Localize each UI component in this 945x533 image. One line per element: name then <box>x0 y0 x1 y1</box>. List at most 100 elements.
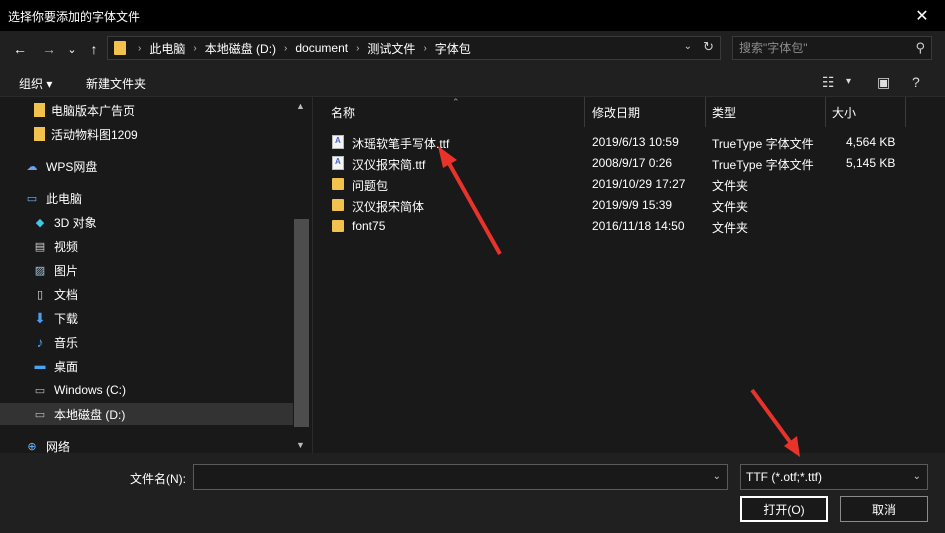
filetype-select[interactable]: TTF (*.otf;*.ttf) ⌄ <box>740 464 928 490</box>
sidebar-item-label: 桌面 <box>54 359 79 374</box>
breadcrumb-item-font-pack[interactable]: 字体包 <box>431 40 475 57</box>
sidebar-item-event-materials[interactable]: 活动物料图1209 <box>0 123 293 145</box>
file-row[interactable]: 沐瑶软笔手写体.ttf 2019/6/13 10:59 TrueType 字体文… <box>328 132 908 153</box>
file-row[interactable]: 汉仪报宋简.ttf 2008/9/17 0:26 TrueType 字体文件 5… <box>328 153 908 174</box>
breadcrumb-item-this-pc[interactable]: 此电脑 <box>145 40 189 57</box>
chevron-right-icon[interactable]: › <box>419 43 430 54</box>
document-icon: ▯ <box>36 288 44 301</box>
sidebar-item-label: 电脑版本广告页 <box>51 103 136 118</box>
recent-locations-button[interactable]: ⌄ <box>64 39 80 59</box>
up-button[interactable]: ↑ <box>84 39 104 59</box>
sidebar-item-label: 3D 对象 <box>54 215 97 230</box>
sidebar-item-wps-drive[interactable]: ☁ WPS网盘 <box>0 155 293 177</box>
column-header-modified[interactable]: 修改日期 <box>586 97 706 127</box>
breadcrumb-item-drive-d[interactable]: 本地磁盘 (D:) <box>201 40 280 57</box>
folder-icon <box>114 41 126 55</box>
breadcrumb-item-document[interactable]: document <box>291 41 352 55</box>
sidebar-item-label: 下载 <box>54 311 79 326</box>
file-name: 问题包 <box>352 179 389 193</box>
sidebar-scrollbar-thumb[interactable] <box>294 219 309 427</box>
picture-icon: ▨ <box>34 264 46 277</box>
file-dialog-footer: 文件名(N): ⌄ TTF (*.otf;*.ttf) ⌄ 打开(O) 取消 <box>0 453 945 533</box>
file-type: 文件夹 <box>712 200 749 214</box>
sidebar-item-pictures[interactable]: ▨ 图片 <box>0 259 293 281</box>
refresh-icon[interactable]: ↻ <box>703 39 714 55</box>
sort-indicator-icon: ⌃ <box>452 97 460 107</box>
preview-pane-icon[interactable]: ▣ <box>877 74 890 91</box>
forward-arrow-icon: → <box>42 41 56 57</box>
cube-icon: ◆ <box>35 216 45 229</box>
column-header-size[interactable]: 大小 <box>826 97 906 127</box>
column-header-label: 大小 <box>832 105 857 120</box>
close-button[interactable]: ✕ <box>899 0 945 31</box>
new-folder-button[interactable]: 新建文件夹 <box>86 75 146 92</box>
folder-icon <box>332 199 344 211</box>
filename-input[interactable] <box>198 469 698 485</box>
chevron-right-icon[interactable]: › <box>352 43 363 54</box>
sidebar-item-this-pc[interactable]: ▭ 此电脑 <box>0 187 293 209</box>
search-icon[interactable]: ⚲ <box>915 40 925 56</box>
scroll-down-icon[interactable]: ▼ <box>296 440 305 450</box>
breadcrumb: › 此电脑 › 本地磁盘 (D:) › document › 测试文件 › 字体… <box>108 37 475 59</box>
sidebar-item-desktop[interactable]: ▬ 桌面 <box>0 355 293 377</box>
file-list: 名称 ⌃ 修改日期 类型 大小 沐瑶软笔手写体.ttf 2019/6/13 10… <box>318 97 945 453</box>
folder-icon <box>34 127 45 141</box>
sidebar-item-drive-d[interactable]: ▭ 本地磁盘 (D:) <box>0 403 293 425</box>
folder-icon <box>34 103 45 117</box>
download-icon: ⬇ <box>34 309 46 326</box>
close-icon: ✕ <box>915 7 929 25</box>
network-icon: ⊕ <box>27 440 37 453</box>
sidebar-item-label: 本地磁盘 (D:) <box>54 407 126 422</box>
address-bar[interactable]: › 此电脑 › 本地磁盘 (D:) › document › 测试文件 › 字体… <box>107 36 721 60</box>
folder-icon <box>332 178 344 190</box>
sidebar-item-3d-objects[interactable]: ◆ 3D 对象 <box>0 211 293 233</box>
help-icon[interactable]: ? <box>912 74 920 90</box>
column-header-label: 类型 <box>712 105 737 120</box>
forward-button[interactable]: → <box>39 39 59 59</box>
column-header-label: 修改日期 <box>592 105 641 120</box>
file-row[interactable]: 汉仪报宋简体 2019/9/9 15:39 文件夹 <box>328 195 908 216</box>
chevron-down-icon[interactable]: ⌄ <box>913 471 921 482</box>
file-row[interactable]: font75 2016/11/18 14:50 文件夹 <box>328 216 908 237</box>
file-modified: 2019/10/29 17:27 <box>592 177 686 191</box>
file-type: TrueType 字体文件 <box>712 158 814 172</box>
sidebar-item-music[interactable]: ♪ 音乐 <box>0 331 293 353</box>
sidebar-item-label: 文档 <box>54 287 79 302</box>
cancel-button[interactable]: 取消 <box>840 496 928 522</box>
view-options-icon[interactable]: ☷ <box>822 74 835 91</box>
open-button[interactable]: 打开(O) <box>740 496 828 522</box>
window-title: 选择你要添加的字体文件 <box>8 10 141 24</box>
font-file-icon <box>332 156 344 170</box>
command-bar: 组织 ▾ 新建文件夹 ☷ ▾ ▣ ? <box>0 67 945 97</box>
view-dropdown-icon[interactable]: ▾ <box>846 76 851 87</box>
organize-button[interactable]: 组织 ▾ <box>19 75 52 92</box>
sidebar-item-videos[interactable]: ▤ 视频 <box>0 235 293 257</box>
sidebar-item-ad-pages[interactable]: 电脑版本广告页 <box>0 99 293 121</box>
column-header-label: 名称 <box>331 105 356 120</box>
chevron-right-icon[interactable]: › <box>189 43 200 54</box>
address-dropdown-icon[interactable]: ⌄ <box>684 41 692 52</box>
filename-combobox[interactable]: ⌄ <box>193 464 728 490</box>
chevron-right-icon[interactable]: › <box>280 43 291 54</box>
file-type: TrueType 字体文件 <box>712 137 814 151</box>
breadcrumb-item-test-files[interactable]: 测试文件 <box>363 40 419 57</box>
sidebar-item-label: 活动物料图1209 <box>51 127 138 142</box>
font-file-icon <box>332 135 344 149</box>
file-type: 文件夹 <box>712 221 749 235</box>
sidebar-item-drive-c[interactable]: ▭ Windows (C:) <box>0 379 293 401</box>
file-row[interactable]: 问题包 2019/10/29 17:27 文件夹 <box>328 174 908 195</box>
sidebar-item-label: Windows (C:) <box>54 383 127 397</box>
column-header-type[interactable]: 类型 <box>706 97 826 127</box>
folder-icon <box>332 220 344 232</box>
back-button[interactable]: ← <box>10 39 30 59</box>
search-box[interactable]: ⚲ <box>732 36 932 60</box>
file-name: 汉仪报宋简体 <box>352 200 425 214</box>
search-input[interactable] <box>739 40 899 56</box>
sidebar-item-documents[interactable]: ▯ 文档 <box>0 283 293 305</box>
chevron-right-icon: › <box>138 42 142 54</box>
chevron-down-icon[interactable]: ⌄ <box>713 471 721 482</box>
scroll-up-icon[interactable]: ▲ <box>296 101 305 111</box>
file-modified: 2019/6/13 10:59 <box>592 135 679 149</box>
desktop-icon: ▬ <box>34 360 46 372</box>
sidebar-item-downloads[interactable]: ⬇ 下载 <box>0 307 293 329</box>
